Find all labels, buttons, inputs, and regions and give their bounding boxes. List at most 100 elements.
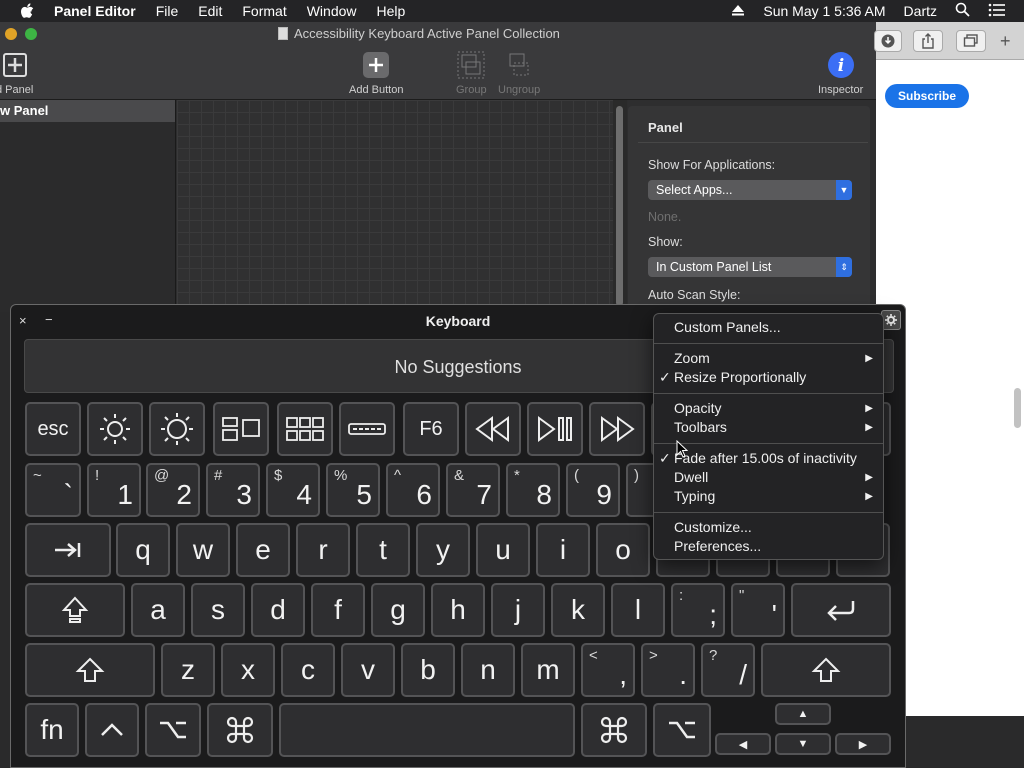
key-g[interactable]: g xyxy=(371,583,425,637)
ungroup-button[interactable]: Ungroup xyxy=(498,50,540,96)
scroll-thumb[interactable] xyxy=(616,106,623,306)
arrow-right-key[interactable]: ▶ xyxy=(835,733,891,755)
key-q[interactable]: q xyxy=(116,523,170,577)
rewind-key[interactable] xyxy=(465,402,521,456)
key-5[interactable]: % 5 xyxy=(326,463,380,517)
key-j[interactable]: j xyxy=(491,583,545,637)
key-semicolon[interactable]: :; xyxy=(671,583,725,637)
subscribe-button[interactable]: Subscribe xyxy=(885,84,969,108)
apple-icon[interactable] xyxy=(20,3,36,19)
panel-list-item-selected[interactable]: w Panel xyxy=(0,100,175,122)
key-w[interactable]: w xyxy=(176,523,230,577)
menu-help[interactable]: Help xyxy=(377,3,406,19)
key-k[interactable]: k xyxy=(551,583,605,637)
eject-icon[interactable] xyxy=(731,3,745,19)
menu-item-resize-proportionally[interactable]: ✓ Resize Proportionally xyxy=(654,368,883,387)
key-s[interactable]: s xyxy=(191,583,245,637)
inspector-button[interactable]: i Inspector xyxy=(818,50,863,96)
fn-key[interactable]: fn xyxy=(25,703,79,757)
arrow-down-key[interactable]: ▼ xyxy=(775,733,831,755)
key-7[interactable]: & 7 xyxy=(446,463,500,517)
key-v[interactable]: v xyxy=(341,643,395,697)
gear-icon[interactable] xyxy=(881,310,901,330)
key-n[interactable]: n xyxy=(461,643,515,697)
brightness-up-key[interactable] xyxy=(149,402,205,456)
space-bar[interactable] xyxy=(279,703,575,757)
menu-window[interactable]: Window xyxy=(307,3,357,19)
right-shift-key[interactable] xyxy=(761,643,891,697)
menubar-user[interactable]: Dartz xyxy=(904,3,937,19)
add-panel-button[interactable]: d Panel xyxy=(0,50,33,96)
key-slash[interactable]: ? / xyxy=(701,643,755,697)
arrow-left-key[interactable]: ◀ xyxy=(715,733,771,755)
menu-item-zoom[interactable]: Zoom ▶ xyxy=(654,349,883,368)
key-2[interactable]: @2 xyxy=(146,463,200,517)
new-tab-icon[interactable]: + xyxy=(1000,31,1011,52)
key-b[interactable]: b xyxy=(401,643,455,697)
menu-edit[interactable]: Edit xyxy=(198,3,222,19)
mission-control-key[interactable] xyxy=(213,402,269,456)
menu-app-name[interactable]: Panel Editor xyxy=(54,3,136,19)
right-command-key[interactable] xyxy=(581,703,647,757)
key-quote[interactable]: " ' xyxy=(731,583,785,637)
menu-format[interactable]: Format xyxy=(242,3,286,19)
key-backtick[interactable]: ~ ` xyxy=(25,463,81,517)
launchpad-key[interactable] xyxy=(277,402,333,456)
key-u[interactable]: u xyxy=(476,523,530,577)
tab-key[interactable] xyxy=(25,523,111,577)
left-command-key[interactable] xyxy=(207,703,273,757)
fast-forward-key[interactable] xyxy=(589,402,645,456)
key-l[interactable]: l xyxy=(611,583,665,637)
key-y[interactable]: y xyxy=(416,523,470,577)
select-apps-popup[interactable]: Select Apps... ▼ xyxy=(648,180,852,200)
share-button[interactable] xyxy=(913,30,943,52)
notification-center-icon[interactable] xyxy=(988,3,1006,20)
spotlight-search-icon[interactable] xyxy=(955,2,970,20)
menu-item-opacity[interactable]: Opacity ▶ xyxy=(654,399,883,418)
caps-lock-key[interactable] xyxy=(25,583,125,637)
key-6[interactable]: ^ 6 xyxy=(386,463,440,517)
key-1[interactable]: ! 1 xyxy=(87,463,141,517)
key-r[interactable]: r xyxy=(296,523,350,577)
canvas-scrollbar[interactable] xyxy=(613,100,627,312)
downloads-button[interactable] xyxy=(874,30,902,52)
key-3[interactable]: #3 xyxy=(206,463,260,517)
key-z[interactable]: z xyxy=(161,643,215,697)
control-key[interactable] xyxy=(85,703,139,757)
key-t[interactable]: t xyxy=(356,523,410,577)
key-8[interactable]: * 8 xyxy=(506,463,560,517)
menu-item-dwell[interactable]: Dwell ▶ xyxy=(654,468,883,487)
esc-key[interactable]: esc xyxy=(25,402,81,456)
menu-item-custom-panels[interactable]: Custom Panels... xyxy=(654,318,883,337)
menu-item-typing[interactable]: Typing ▶ xyxy=(654,487,883,506)
minimize-window-button[interactable] xyxy=(5,28,17,40)
key-f[interactable]: f xyxy=(311,583,365,637)
key-i[interactable]: i xyxy=(536,523,590,577)
menubar-clock[interactable]: Sun May 1 5:36 AM xyxy=(763,3,885,19)
key-comma[interactable]: <, xyxy=(581,643,635,697)
return-key[interactable] xyxy=(791,583,891,637)
panel-canvas[interactable] xyxy=(177,100,613,312)
play-pause-key[interactable] xyxy=(527,402,583,456)
key-c[interactable]: c xyxy=(281,643,335,697)
zoom-window-button[interactable] xyxy=(25,28,37,40)
key-m[interactable]: m xyxy=(521,643,575,697)
arrow-up-key[interactable]: ▲ xyxy=(775,703,831,725)
key-9[interactable]: (9 xyxy=(566,463,620,517)
key-d[interactable]: d xyxy=(251,583,305,637)
menu-file[interactable]: File xyxy=(156,3,179,19)
show-popup[interactable]: In Custom Panel List ⇕ xyxy=(648,257,852,277)
menu-item-toolbars[interactable]: Toolbars ▶ xyxy=(654,418,883,437)
key-h[interactable]: h xyxy=(431,583,485,637)
menu-item-fade[interactable]: ✓ Fade after 15.00s of inactivity xyxy=(654,449,883,468)
f6-key[interactable]: F6 xyxy=(403,402,459,456)
key-4[interactable]: $4 xyxy=(266,463,320,517)
group-button[interactable]: Group xyxy=(456,50,487,96)
brightness-down-key[interactable] xyxy=(87,402,143,456)
menu-item-customize[interactable]: Customize... xyxy=(654,518,883,537)
menu-item-preferences[interactable]: Preferences... xyxy=(654,537,883,556)
key-a[interactable]: a xyxy=(131,583,185,637)
browser-scroll-thumb[interactable] xyxy=(1014,388,1021,428)
key-o[interactable]: o xyxy=(596,523,650,577)
add-button-button[interactable]: Add Button xyxy=(349,50,403,96)
